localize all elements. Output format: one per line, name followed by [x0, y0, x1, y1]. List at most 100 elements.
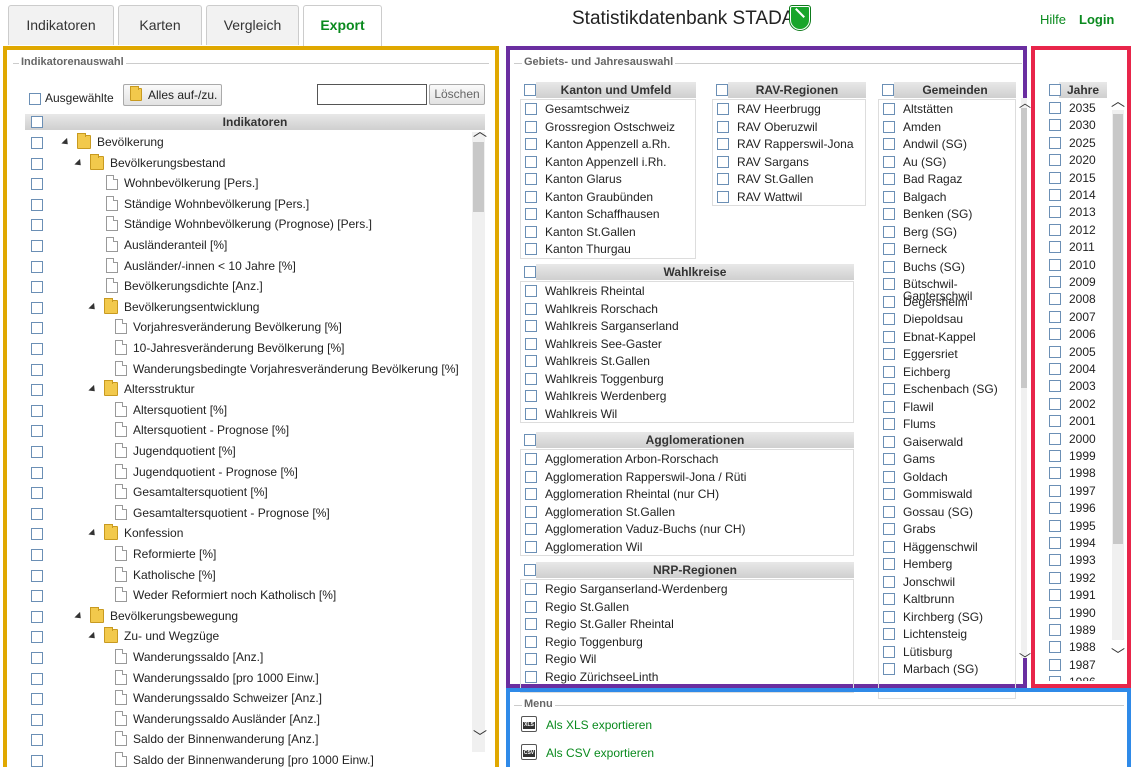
- kanton-item[interactable]: Kanton Schaffhausen: [521, 205, 693, 223]
- nrp-item-checkbox[interactable]: [525, 653, 537, 665]
- indicator-tree-row[interactable]: Saldo der Binnenwanderung [Anz.]: [23, 729, 472, 749]
- year-checkbox[interactable]: [1049, 519, 1061, 532]
- year-checkbox[interactable]: [1049, 537, 1061, 549]
- indicator-tree-row[interactable]: Ständige Wohnbevölkerung (Prognose) [Per…: [23, 214, 472, 234]
- year-item[interactable]: 2015: [1045, 169, 1107, 187]
- rav-item[interactable]: RAV Sargans: [713, 153, 863, 171]
- year-checkbox[interactable]: [1049, 258, 1061, 271]
- year-item[interactable]: 1996: [1045, 499, 1107, 517]
- nrp-item-checkbox[interactable]: [525, 618, 537, 630]
- indicator-checkbox[interactable]: [31, 281, 43, 294]
- kanton-item[interactable]: Kanton Appenzell i.Rh.: [521, 153, 693, 171]
- year-checkbox[interactable]: [1049, 432, 1061, 445]
- kanton-item-checkbox[interactable]: [525, 208, 537, 220]
- gemeinde-item[interactable]: Buchs (SG): [879, 258, 1013, 276]
- gemeinde-item-checkbox[interactable]: [883, 365, 895, 378]
- wahlkreis-item[interactable]: Wahlkreis Rorschach: [521, 300, 851, 318]
- expand-arrow-icon[interactable]: [61, 137, 71, 148]
- wahlkreis-item-checkbox[interactable]: [525, 302, 537, 315]
- gemeinde-item[interactable]: Lütisburg: [879, 643, 1013, 661]
- expand-arrow-icon[interactable]: [88, 529, 98, 539]
- gemeinden-scroll-down-icon[interactable]: ﹀: [1019, 652, 1031, 666]
- year-checkbox[interactable]: [1049, 641, 1061, 654]
- gemeinde-item-checkbox[interactable]: [883, 138, 895, 150]
- agglo-item[interactable]: Agglomeration Vaduz-Buchs (nur CH): [521, 520, 851, 538]
- kanton-item-checkbox[interactable]: [525, 243, 537, 255]
- export-xls-link[interactable]: Als XLS exportieren: [546, 718, 652, 732]
- indicator-checkbox[interactable]: [31, 507, 43, 520]
- rav-item-checkbox[interactable]: [717, 173, 729, 185]
- login-link[interactable]: Login: [1079, 12, 1114, 27]
- year-item[interactable]: 2020: [1045, 151, 1107, 169]
- agglo-item[interactable]: Agglomeration Rheintal (nur CH): [521, 485, 851, 503]
- expand-all-button[interactable]: Alles auf-/zu.: [123, 84, 222, 106]
- agglo-item-checkbox[interactable]: [525, 488, 537, 500]
- indicator-checkbox[interactable]: [31, 713, 43, 726]
- indicator-tree-row[interactable]: Ständige Wohnbevölkerung [Pers.]: [23, 194, 472, 214]
- gemeinde-item[interactable]: Eichberg: [879, 363, 1013, 381]
- indicator-tree-row[interactable]: Konfession: [23, 523, 472, 543]
- rav-item[interactable]: RAV Rapperswil-Jona: [713, 135, 863, 153]
- kanton-item[interactable]: Kanton St.Gallen: [521, 223, 693, 241]
- indicator-tree-row[interactable]: Ausländer/-innen < 10 Jahre [%]: [23, 256, 472, 276]
- indicator-checkbox[interactable]: [31, 219, 43, 232]
- year-item[interactable]: 2035: [1045, 99, 1107, 117]
- wahlkreis-item[interactable]: Wahlkreis St.Gallen: [521, 352, 851, 370]
- agglo-item-checkbox[interactable]: [525, 453, 537, 465]
- year-item[interactable]: 2002: [1045, 395, 1107, 413]
- rav-item[interactable]: RAV Oberuzwil: [713, 118, 863, 136]
- gemeinde-item-checkbox[interactable]: [883, 610, 895, 623]
- year-checkbox[interactable]: [1049, 293, 1061, 306]
- nrp-header-checkbox[interactable]: [524, 564, 536, 576]
- gemeinde-item-checkbox[interactable]: [883, 540, 895, 553]
- agglo-item[interactable]: Agglomeration Wil: [521, 538, 851, 556]
- indicator-tree-row[interactable]: Altersquotient [%]: [23, 400, 472, 420]
- expand-arrow-icon[interactable]: [74, 611, 84, 621]
- wahlkreis-item-checkbox[interactable]: [525, 372, 537, 385]
- gemeinde-item-checkbox[interactable]: [883, 593, 895, 605]
- rav-item-checkbox[interactable]: [717, 190, 729, 203]
- gemeinde-item[interactable]: Goldach: [879, 468, 1013, 486]
- indicator-tree-row[interactable]: Gesamtaltersquotient - Prognose [%]: [23, 503, 472, 523]
- gemeinde-item[interactable]: Lichtensteig: [879, 625, 1013, 643]
- indicator-checkbox[interactable]: [31, 363, 43, 376]
- gemeinde-item[interactable]: Häggenschwil: [879, 538, 1013, 556]
- gemeinde-item-checkbox[interactable]: [883, 505, 895, 518]
- year-item[interactable]: 1998: [1045, 464, 1107, 482]
- wahlkreis-item[interactable]: Wahlkreis Rheintal: [521, 282, 851, 300]
- year-item[interactable]: 1987: [1045, 656, 1107, 674]
- gemeinde-item[interactable]: Gossau (SG): [879, 503, 1013, 521]
- year-checkbox[interactable]: [1049, 223, 1061, 236]
- year-item[interactable]: 1989: [1045, 621, 1107, 639]
- year-checkbox[interactable]: [1049, 380, 1061, 393]
- indicator-checkbox[interactable]: [31, 301, 43, 314]
- indicator-checkbox[interactable]: [31, 487, 43, 500]
- year-item[interactable]: 1986: [1045, 673, 1107, 681]
- rav-item-checkbox[interactable]: [717, 138, 729, 150]
- indicator-tree-row[interactable]: Gesamtaltersquotient [%]: [23, 482, 472, 502]
- indicator-tree-row[interactable]: Wanderungssaldo Schweizer [Anz.]: [23, 688, 472, 708]
- gemeinde-item[interactable]: Flawil: [879, 398, 1013, 416]
- wahlkreis-item-checkbox[interactable]: [525, 355, 537, 367]
- year-checkbox[interactable]: [1049, 328, 1061, 341]
- kanton-item-checkbox[interactable]: [525, 120, 537, 133]
- years-scrollbar-thumb[interactable]: [1113, 114, 1123, 544]
- gemeinde-item-checkbox[interactable]: [883, 278, 895, 290]
- gemeinde-item[interactable]: Balgach: [879, 188, 1013, 206]
- indicator-tree-row[interactable]: Wanderungssaldo [Anz.]: [23, 647, 472, 667]
- wahlkreis-item[interactable]: Wahlkreis Wil: [521, 405, 851, 423]
- year-checkbox[interactable]: [1049, 606, 1061, 619]
- year-checkbox[interactable]: [1049, 206, 1061, 219]
- expand-arrow-icon[interactable]: [74, 158, 84, 168]
- tab-export[interactable]: Export: [303, 5, 382, 46]
- rav-item-checkbox[interactable]: [717, 120, 729, 133]
- indicator-tree-row[interactable]: Wohnbevölkerung [Pers.]: [23, 173, 472, 193]
- indicator-checkbox[interactable]: [31, 260, 43, 273]
- kanton-item[interactable]: Kanton Thurgau: [521, 240, 693, 258]
- xls-file-icon[interactable]: XLS: [521, 716, 537, 732]
- year-checkbox[interactable]: [1049, 502, 1061, 515]
- gemeinde-item-checkbox[interactable]: [883, 400, 895, 413]
- indicator-checkbox[interactable]: [31, 240, 43, 252]
- wahlkreis-item-checkbox[interactable]: [525, 390, 537, 402]
- tab-indikatoren[interactable]: Indikatoren: [8, 5, 114, 45]
